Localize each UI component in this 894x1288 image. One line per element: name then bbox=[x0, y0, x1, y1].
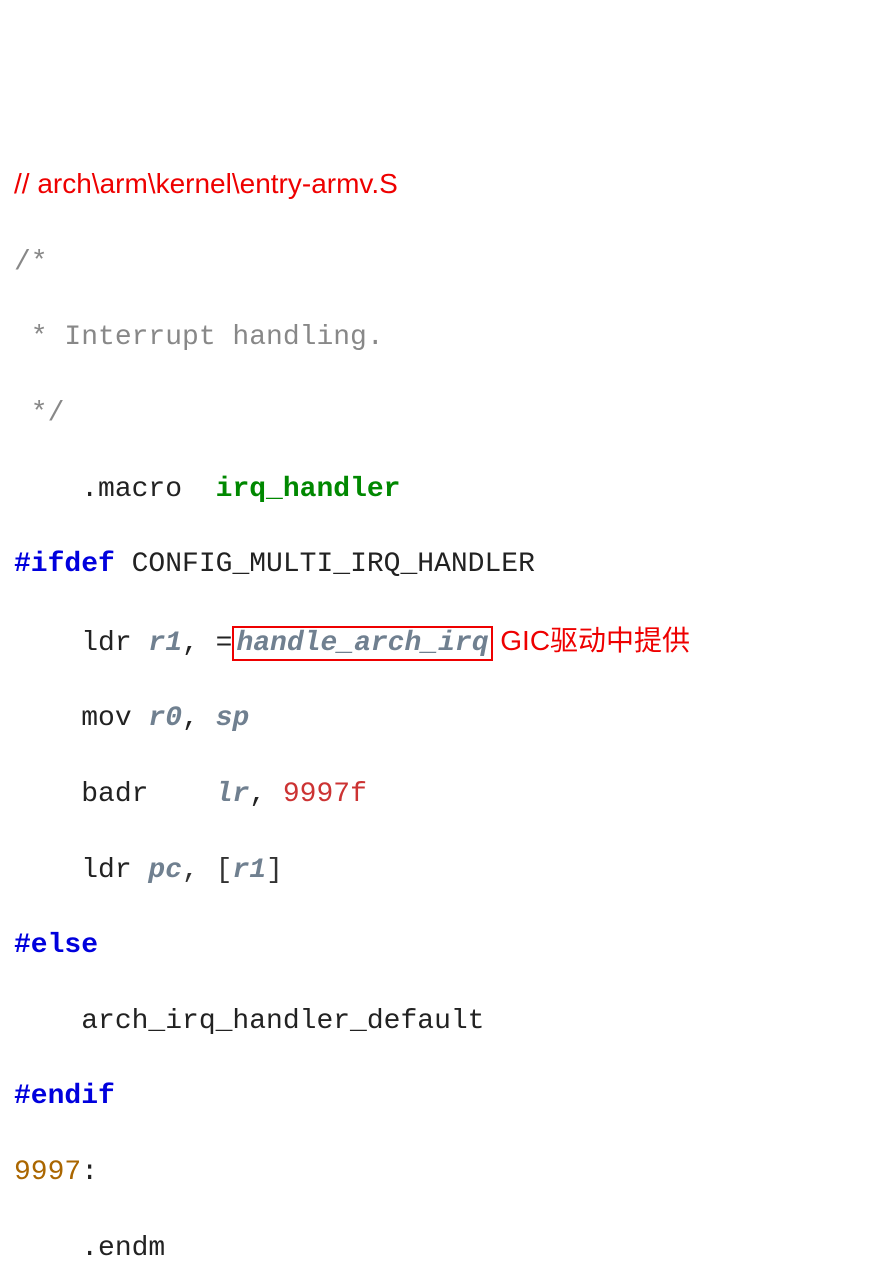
reg-r1-b: r1 bbox=[232, 855, 266, 886]
reg-pc: pc bbox=[148, 855, 182, 886]
ifdef-keyword: #ifdef bbox=[14, 549, 115, 580]
default-handler: arch_irq_handler_default bbox=[14, 1006, 484, 1037]
annotation-gic: GIC驱动中提供 bbox=[493, 625, 691, 656]
reg-lr: lr bbox=[216, 779, 250, 810]
ldr2-close: ] bbox=[266, 855, 283, 886]
mov-sep: , bbox=[182, 703, 216, 734]
endif-keyword: #endif bbox=[14, 1081, 115, 1112]
file-path-comment: // arch\arm\kernel\entry-armv.S bbox=[14, 168, 398, 199]
reg-r0: r0 bbox=[148, 703, 182, 734]
block-comment-open: /* bbox=[14, 247, 48, 278]
reg-sp: sp bbox=[216, 703, 250, 734]
ldr-instr-2: ldr bbox=[14, 855, 148, 886]
macro-directive: .macro bbox=[14, 474, 216, 505]
reg-r1: r1 bbox=[148, 628, 182, 659]
label-colon: : bbox=[81, 1157, 98, 1188]
endm-directive: .endm bbox=[14, 1233, 165, 1264]
ifdef-condition: CONFIG_MULTI_IRQ_HANDLER bbox=[115, 549, 535, 580]
else-keyword: #else bbox=[14, 930, 98, 961]
block-comment-text: * Interrupt handling. bbox=[14, 322, 384, 353]
badr-target: 9997f bbox=[283, 779, 367, 810]
mov-instr: mov bbox=[14, 703, 148, 734]
handle-arch-irq-symbol: handle_arch_irq bbox=[236, 628, 488, 659]
badr-sep: , bbox=[249, 779, 283, 810]
ldr-instr-1: ldr bbox=[14, 628, 148, 659]
ldr2-open: , [ bbox=[182, 855, 232, 886]
ldr1-sep: , = bbox=[182, 628, 232, 659]
label-9997: 9997 bbox=[14, 1157, 81, 1188]
block-comment-close: */ bbox=[14, 398, 64, 429]
badr-instr: badr bbox=[14, 779, 216, 810]
macro-name: irq_handler bbox=[216, 474, 401, 505]
